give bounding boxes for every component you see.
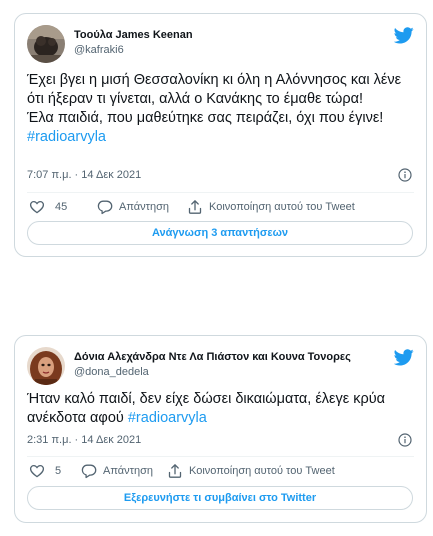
reply-button[interactable]: Απάντηση — [97, 199, 169, 215]
heart-icon — [29, 200, 45, 214]
like-count: 45 — [55, 201, 68, 213]
hashtag-link[interactable]: #radioarvyla — [128, 410, 207, 426]
tweet-header: Τοούλα James Keenan @kafraki6 — [27, 25, 414, 65]
user-handle[interactable]: @kafraki6 — [74, 44, 193, 56]
avatar[interactable] — [27, 25, 65, 63]
share-icon — [188, 200, 202, 214]
like-button[interactable]: 45 — [29, 199, 67, 215]
timestamp[interactable]: 7:07 π.μ. · 14 Δεκ 2021 — [27, 169, 141, 181]
share-button[interactable]: Κοινοποίηση αυτού του Tweet — [167, 463, 335, 479]
tweet-card[interactable]: Τοούλα James Keenan @kafraki6 Έχει βγει … — [14, 13, 427, 257]
reply-bubble-icon — [81, 464, 97, 479]
share-button[interactable]: Κοινοποίηση αυτού του Tweet — [187, 199, 355, 215]
tweet-header: Δόνια Αλεχάνδρα Ντε Λα Πιάστον και Κουνα… — [27, 347, 414, 387]
tweet-card[interactable]: Δόνια Αλεχάνδρα Ντε Λα Πιάστον και Κουνα… — [14, 335, 427, 523]
explore-twitter-button[interactable]: Εξερευνήστε τι συμβαίνει στο Twitter — [27, 486, 413, 510]
reply-button[interactable]: Απάντηση — [81, 463, 153, 479]
avatar[interactable] — [27, 347, 65, 385]
display-name[interactable]: Τοούλα James Keenan — [74, 29, 193, 41]
reply-label: Απάντηση — [119, 201, 169, 213]
info-icon[interactable] — [398, 433, 412, 447]
timestamp[interactable]: 2:31 π.μ. · 14 Δεκ 2021 — [27, 434, 141, 446]
share-label: Κοινοποίηση αυτού του Tweet — [189, 465, 335, 477]
tweet-text: Ήταν καλό παιδί, δεν είχε δώσει δικαιώμα… — [27, 390, 416, 428]
tweet-actions: 5 Απάντηση Κοινοποίηση αυτού του Tweet — [27, 463, 414, 481]
display-name[interactable]: Δόνια Αλεχάνδρα Ντε Λα Πιάστον και Κουνα… — [74, 351, 351, 363]
tweet-body: Έχει βγει η μισή Θεσσαλονίκη κι όλη η Αλ… — [27, 72, 402, 126]
like-button[interactable]: 5 — [29, 463, 61, 479]
like-count: 5 — [55, 465, 62, 477]
user-handle[interactable]: @dona_dedela — [74, 366, 351, 378]
heart-icon — [29, 464, 45, 478]
reply-bubble-icon — [97, 200, 113, 215]
share-icon — [168, 464, 182, 478]
tweet-text: Έχει βγει η μισή Θεσσαλονίκη κι όλη η Αλ… — [27, 71, 416, 147]
twitter-bird-icon[interactable] — [394, 27, 414, 44]
twitter-bird-icon[interactable] — [394, 349, 414, 366]
share-label: Κοινοποίηση αυτού του Tweet — [209, 201, 355, 213]
tweet-actions: 45 Απάντηση Κοινοποίηση αυτού του Tweet — [27, 199, 414, 217]
info-icon[interactable] — [398, 168, 412, 182]
read-replies-button[interactable]: Ανάγνωση 3 απαντήσεων — [27, 221, 413, 245]
divider — [27, 456, 414, 457]
hashtag-link[interactable]: #radioarvyla — [27, 129, 106, 145]
reply-label: Απάντηση — [103, 465, 153, 477]
divider — [27, 192, 414, 193]
